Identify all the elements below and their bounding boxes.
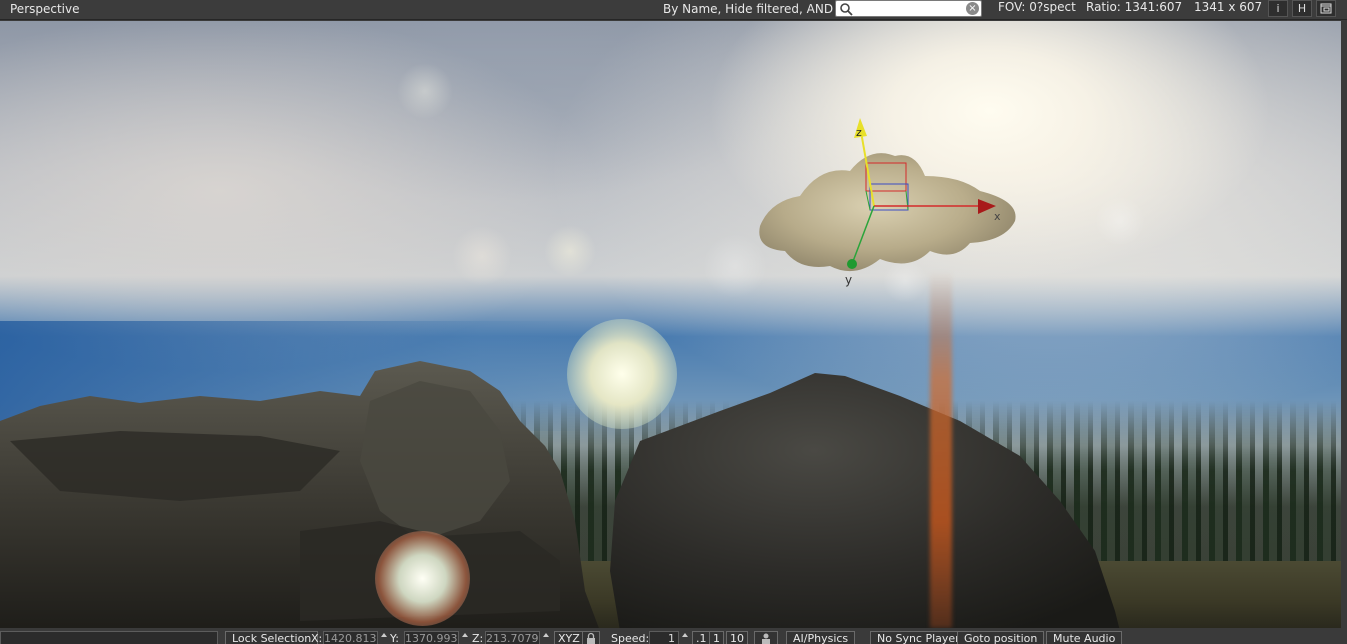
gizmo-x-label: x <box>994 210 1001 223</box>
y-coordinate-label: Y: <box>390 632 399 644</box>
player-icon <box>762 633 770 644</box>
help-button[interactable]: H <box>1292 0 1312 17</box>
mute-audio-button[interactable]: Mute Audio <box>1046 631 1123 644</box>
info-icon: i <box>1276 2 1280 15</box>
y-coordinate-input[interactable]: 1370.993 <box>404 631 459 644</box>
speed-label: Speed: <box>611 632 650 644</box>
light-streak <box>930 271 952 628</box>
help-icon: H <box>1297 2 1307 15</box>
xyz-button[interactable]: XYZ <box>554 631 584 644</box>
lock-icon <box>587 632 595 644</box>
ratio-readout: Ratio: 1341:607 <box>1086 0 1183 14</box>
x-coordinate-label: X: <box>311 632 323 644</box>
viewport-header: Perspective By Name, Hide filtered, AND … <box>0 0 1347 20</box>
player-button[interactable] <box>754 631 778 644</box>
lock-selection-button[interactable]: Lock Selection <box>225 631 319 644</box>
y-spinner-icon[interactable] <box>461 631 468 644</box>
lock-axis-button[interactable] <box>582 631 600 644</box>
transform-gizmo[interactable]: z x y <box>830 106 1010 287</box>
info-button[interactable]: i <box>1268 0 1288 17</box>
x-spinner-icon[interactable] <box>380 631 387 644</box>
search-icon <box>840 3 853 16</box>
gizmo-y-axis[interactable] <box>851 205 875 265</box>
filter-mode-label[interactable]: By Name, Hide filtered, AND <box>663 2 833 16</box>
viewport-toolbar: Lock Selection X: 1420.813 Y: 1370.993 Z… <box>0 628 1347 644</box>
3d-viewport[interactable]: z x y <box>0 21 1341 628</box>
gizmo-y-label: y <box>845 273 852 287</box>
no-sync-player-button[interactable]: No Sync Player <box>870 631 967 644</box>
z-spinner-icon[interactable] <box>542 631 549 644</box>
viewport-title[interactable]: Perspective <box>10 2 80 16</box>
fov-readout: FOV: 0?spect <box>998 0 1076 14</box>
lens-flare <box>567 319 677 429</box>
clear-search-icon[interactable]: × <box>966 2 979 15</box>
speed-preset-button[interactable]: 1 <box>709 631 724 644</box>
z-coordinate-label: Z: <box>472 632 484 644</box>
z-coordinate-input[interactable]: 213.7079 <box>485 631 540 644</box>
x-coordinate-input[interactable]: 1420.813 <box>323 631 378 644</box>
status-field <box>0 631 218 644</box>
goto-position-button[interactable]: Goto position <box>957 631 1045 644</box>
lens-flare <box>375 531 470 626</box>
center-boulder[interactable] <box>600 371 1120 628</box>
resolution-readout: 1341 x 607 <box>1194 0 1263 14</box>
search-box[interactable]: × <box>835 0 982 17</box>
speed-spinner-icon[interactable] <box>681 631 688 644</box>
speed-preset-button[interactable]: .1 <box>692 631 711 644</box>
search-input[interactable] <box>853 2 961 15</box>
speed-preset-button[interactable]: 10 <box>726 631 748 644</box>
left-rock-formation[interactable] <box>0 361 600 628</box>
ai-physics-button[interactable]: AI/Physics <box>786 631 856 644</box>
viewport-border <box>1341 21 1347 628</box>
maximize-button[interactable] <box>1316 0 1336 17</box>
window-icon <box>1320 3 1332 14</box>
speed-input[interactable]: 1 <box>649 631 679 644</box>
gizmo-z-label: z <box>856 126 862 139</box>
